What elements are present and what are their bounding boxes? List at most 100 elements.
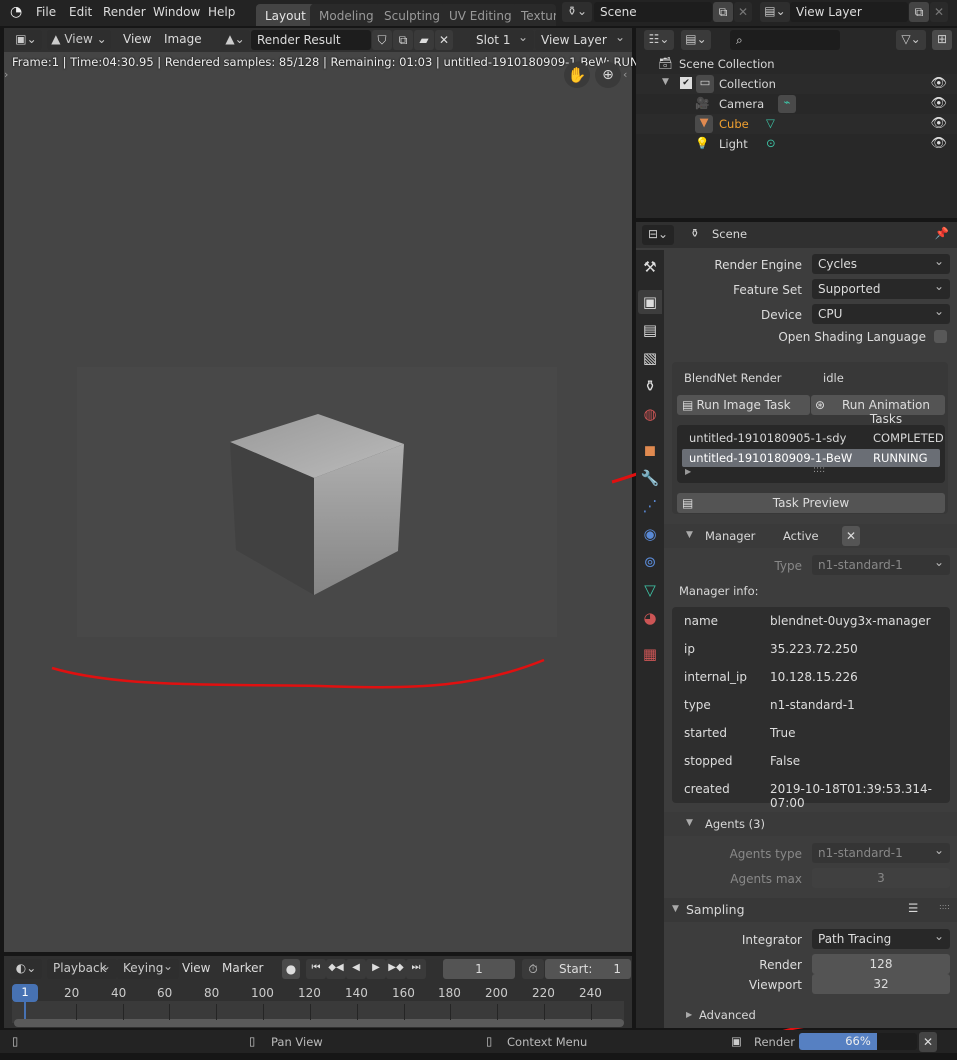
timeline-editor-type-icon[interactable]: ◐⌄ [10,959,42,979]
world-tab-icon[interactable]: ◍ [638,402,662,426]
collection-visibility-eye-icon[interactable]: 👁 [930,76,947,91]
modifiers-tab-icon[interactable]: 🔧 [638,466,662,490]
advanced-expand-arrow-icon[interactable]: ▶ [686,1010,692,1019]
task-list-item-selected[interactable]: untitled-1910180909-1-BeW RUNNING [682,449,940,467]
playback-dropdown[interactable]: Playback [47,959,117,979]
view-layer-field[interactable]: View Layer [790,2,908,22]
expand-arrow-icon[interactable]: ▼ [662,77,669,87]
manager-collapse-arrow-icon[interactable]: ▼ [686,530,693,540]
play-reverse-icon[interactable]: ◀ [346,959,366,979]
sampling-panel-header[interactable]: ▼ Sampling ☰ :::: [664,898,957,922]
prev-keyframe-icon[interactable]: ◆◀ [326,959,346,979]
outliner-row-camera[interactable]: 🎥 Camera ⌁ 👁 [636,94,957,114]
blender-logo-icon[interactable]: ◔ [10,4,22,20]
image-browse-icon[interactable]: ▲⌄ [220,30,250,50]
run-image-task-button[interactable]: ▤ Run Image Task [677,395,810,415]
outliner-filter-icon[interactable]: ▽⌄ [896,30,926,50]
camera-visibility-eye-icon[interactable]: 👁 [930,96,947,111]
collection-checkbox[interactable]: ✔ [680,77,692,89]
outliner-filter-scenes-icon[interactable]: ▤⌄ [681,30,711,50]
keying-dropdown[interactable]: Keying [117,959,179,979]
integrator-dropdown[interactable]: Path Tracing [812,929,950,949]
particles-tab-icon[interactable]: ⋰ [638,494,662,518]
view-layer-icon[interactable]: ▤⌄ [760,2,790,22]
agents-collapse-arrow-icon[interactable]: ▼ [686,818,693,828]
task-preview-button[interactable]: ▤ Task Preview [677,493,945,513]
tool-tab-icon[interactable]: ⚒ [638,255,662,279]
start-frame-field[interactable]: Start: 1 [545,959,631,979]
cancel-render-button[interactable]: ✕ [919,1032,937,1052]
menu-window[interactable]: Window [153,5,200,19]
properties-editor-type-icon[interactable]: ⊟⌄ [642,225,674,245]
tab-modeling[interactable]: Modeling [310,4,383,26]
presets-list-icon[interactable]: ☰ [908,901,918,915]
render-samples-field[interactable]: 128 [812,954,950,974]
new-collection-icon[interactable]: ⊞ [932,30,952,50]
sidebar-toggle-icon[interactable]: ‹ [623,68,627,81]
pan-hand-icon[interactable]: ✋ [564,62,590,88]
zoom-icon[interactable]: ⊕ [595,62,621,88]
camera-data-icon[interactable]: ⌁ [778,95,796,113]
texture-tab-icon[interactable]: ▦ [638,642,662,666]
outliner-row-cube[interactable]: ▼ Cube ▽ 👁 [636,114,957,134]
timeline-scrollbar[interactable] [14,1019,624,1027]
pin-icon[interactable]: 📌 [935,226,949,240]
light-data-icon[interactable]: ⊙ [766,136,776,150]
slot-dropdown[interactable]: Slot 1 [470,30,534,50]
outliner-row-collection[interactable]: ▼ ✔ ▭ Collection 👁 [636,74,957,94]
tab-layout[interactable]: Layout [256,4,315,26]
light-visibility-eye-icon[interactable]: 👁 [930,136,947,151]
render-tab-icon[interactable]: ▣ [638,290,662,314]
toolbar-toggle-icon[interactable]: › [4,68,8,81]
outliner-display-mode-icon[interactable]: ☷⌄ [644,30,674,50]
menu-image[interactable]: Image [164,32,202,46]
editor-type-icon[interactable]: ▣⌄ [10,30,42,50]
menu-render[interactable]: Render [103,5,146,19]
new-view-layer-button[interactable]: ⧉ [909,2,929,22]
menu-edit[interactable]: Edit [69,5,92,19]
play-icon[interactable]: ▶ [366,959,386,979]
jump-start-icon[interactable]: ⏮ [306,959,326,979]
unlink-image-button[interactable]: ✕ [435,30,453,50]
output-tab-icon[interactable]: ▤ [638,318,662,342]
osl-checkbox[interactable] [934,330,947,343]
record-icon[interactable]: ● [282,959,300,979]
new-image-button[interactable]: ⧉ [393,30,413,50]
physics-tab-icon[interactable]: ◉ [638,522,662,546]
mesh-data-icon[interactable]: ▽ [766,116,775,130]
view-layer-tab-icon[interactable]: ▧ [638,346,662,370]
run-animation-tasks-button[interactable]: ⊛ Run Animation Tasks [811,395,945,426]
feature-set-dropdown[interactable]: Supported [812,279,950,299]
constraints-tab-icon[interactable]: ⊚ [638,550,662,574]
current-frame-field[interactable]: 1 [443,959,515,979]
list-resize-handle[interactable]: :::: [813,465,825,475]
jump-end-icon[interactable]: ⏭ [406,959,426,979]
scene-tab-icon[interactable]: ⚱ [638,374,662,398]
fake-user-shield-icon[interactable]: ⛉ [372,30,392,50]
task-list[interactable]: untitled-1910180905-1-sdy COMPLETED unti… [677,425,945,483]
device-dropdown[interactable]: CPU [812,304,950,324]
data-tab-icon[interactable]: ▽ [638,578,662,602]
image-name-field[interactable]: Render Result [251,30,371,50]
outliner-row-scene-collection[interactable]: 🗃 Scene Collection [636,54,957,74]
cube-visibility-eye-icon[interactable]: 👁 [930,116,947,131]
list-expand-arrow-icon[interactable]: ▶ [685,467,691,476]
next-keyframe-icon[interactable]: ▶◆ [386,959,406,979]
layer-dropdown[interactable]: View Layer [535,30,631,50]
delete-view-layer-button[interactable]: ✕ [930,2,948,22]
menu-view[interactable]: View [123,32,151,46]
timeline-menu-marker[interactable]: Marker [222,961,263,975]
scene-field[interactable]: Scene [594,2,712,22]
stopwatch-icon[interactable]: ⏱ [522,959,544,979]
playhead-frame[interactable]: 1 [12,984,38,1002]
manager-subpanel-header[interactable]: ▼ Manager Active ✕ [664,524,957,548]
material-tab-icon[interactable]: ◕ [638,606,662,630]
panel-drag-handle[interactable]: :::: [939,902,950,911]
tab-uv-editing[interactable]: UV Editing [440,4,521,26]
agents-max-field[interactable]: 3 [812,868,950,888]
manager-type-dropdown[interactable]: n1-standard-1 [812,555,950,575]
agents-type-dropdown[interactable]: n1-standard-1 [812,843,950,863]
render-engine-dropdown[interactable]: Cycles [812,254,950,274]
delete-scene-button[interactable]: ✕ [734,2,752,22]
advanced-subpanel-label[interactable]: Advanced [699,1008,756,1022]
